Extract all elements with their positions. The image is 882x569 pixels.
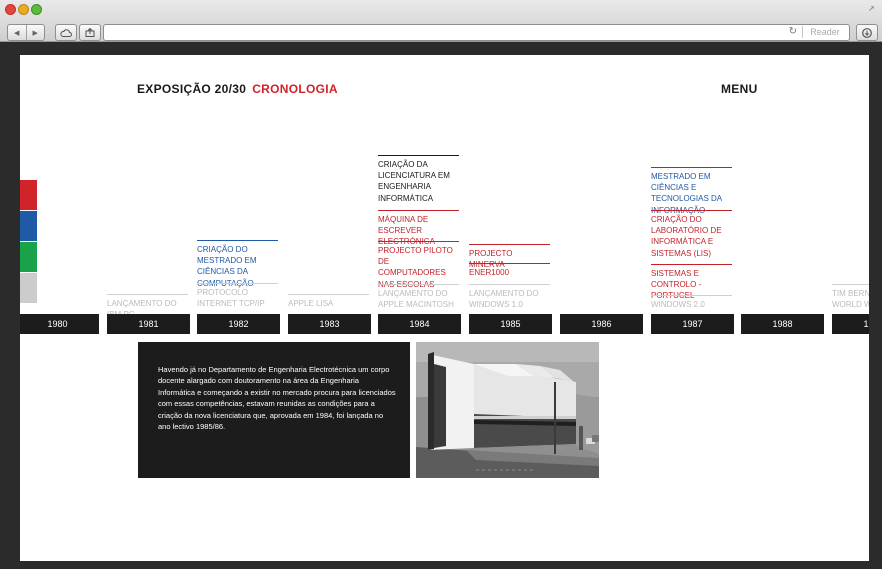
back-button[interactable]: ◀: [8, 25, 26, 40]
zoom-window-button[interactable]: [31, 4, 42, 15]
year-1982[interactable]: 1982: [197, 314, 280, 334]
event-laboratorio-lis[interactable]: CRIAÇÃO DO LABORATÓRIO DE INFORMÁTICA E …: [651, 210, 732, 259]
event-windows-2[interactable]: WINDOWS 2.0: [651, 295, 732, 310]
reload-icon[interactable]: ↻: [789, 26, 797, 37]
event-licenciatura-engenharia-informatica[interactable]: CRIAÇÃO DA LICENCIATURA EM ENGENHARIA IN…: [378, 155, 459, 204]
event-apple-lisa[interactable]: APPLE LISA: [288, 294, 369, 309]
share-button[interactable]: [79, 24, 101, 41]
event-apple-macintosh[interactable]: LANÇAMENTO DO APPLE MACINTOSH: [378, 284, 459, 310]
exhibition-title: EXPOSIÇÃO 20/30: [137, 82, 247, 96]
icloud-tabs-button[interactable]: [55, 24, 77, 41]
address-bar[interactable]: ↻ Reader: [103, 24, 850, 41]
forward-arrow-icon: ▶: [32, 29, 38, 37]
event-detail-panel: Havendo já no Departamento de Engenharia…: [138, 342, 410, 478]
event-detail-text: Havendo já no Departamento de Engenharia…: [158, 365, 396, 432]
year-1989[interactable]: 1989: [832, 314, 869, 334]
event-mestrado-tecnologias-informacao[interactable]: MESTRADO EM CIÊNCIAS E TECNOLOGIAS DA IN…: [651, 167, 732, 216]
category-gray-tab[interactable]: [20, 273, 37, 303]
page-title: EXPOSIÇÃO 20/30 CRONOLOGIA: [137, 82, 338, 96]
year-1986[interactable]: 1986: [560, 314, 643, 334]
cloud-icon: [60, 28, 72, 37]
menu-button[interactable]: MENU: [721, 82, 758, 96]
event-mestrado-ciencias-computacao[interactable]: CRIAÇÃO DO MESTRADO EM CIÊNCIAS DA COMPU…: [197, 240, 278, 289]
building-photo: [416, 342, 599, 478]
event-world-wide-web[interactable]: TIM BERNERS-LEE WORLD WIDE WEB: [832, 284, 869, 310]
forward-button[interactable]: ▶: [25, 25, 45, 40]
category-blue-tab[interactable]: [20, 211, 37, 241]
year-1983[interactable]: 1983: [288, 314, 371, 334]
download-icon: [862, 27, 872, 38]
section-title: CRONOLOGIA: [252, 82, 338, 96]
downloads-button[interactable]: [856, 24, 878, 41]
event-ener1000[interactable]: ENER1000: [469, 263, 550, 278]
fullscreen-icon[interactable]: ↗: [868, 5, 876, 13]
event-projecto-piloto[interactable]: PROJECTO PILOTO DE COMPUTADORES NAS ESCO…: [378, 241, 459, 290]
close-window-button[interactable]: [5, 4, 16, 15]
minimize-window-button[interactable]: [18, 4, 29, 15]
page-content: EXPOSIÇÃO 20/30 CRONOLOGIA MENU LANÇAMENT…: [20, 55, 869, 561]
event-tcp-ip[interactable]: PROTOCOLO INTERNET TCP/IP: [197, 283, 278, 309]
share-icon: [85, 28, 95, 37]
year-1984[interactable]: 1984: [378, 314, 461, 334]
browser-toolbar: ↗ ◀ ▶ ↻ Reader: [0, 0, 882, 42]
back-arrow-icon: ◀: [14, 29, 20, 37]
year-1985[interactable]: 1985: [469, 314, 552, 334]
history-nav: ◀ ▶: [7, 24, 45, 41]
year-1980[interactable]: 1980: [20, 314, 99, 334]
category-green-tab[interactable]: [20, 242, 37, 272]
year-1981[interactable]: 1981: [107, 314, 190, 334]
year-1988[interactable]: 1988: [741, 314, 824, 334]
year-1987[interactable]: 1987: [651, 314, 734, 334]
reader-button[interactable]: Reader: [802, 26, 847, 38]
category-red-tab[interactable]: [20, 180, 37, 210]
event-windows-1[interactable]: LANÇAMENTO DO WINDOWS 1.0: [469, 284, 550, 310]
